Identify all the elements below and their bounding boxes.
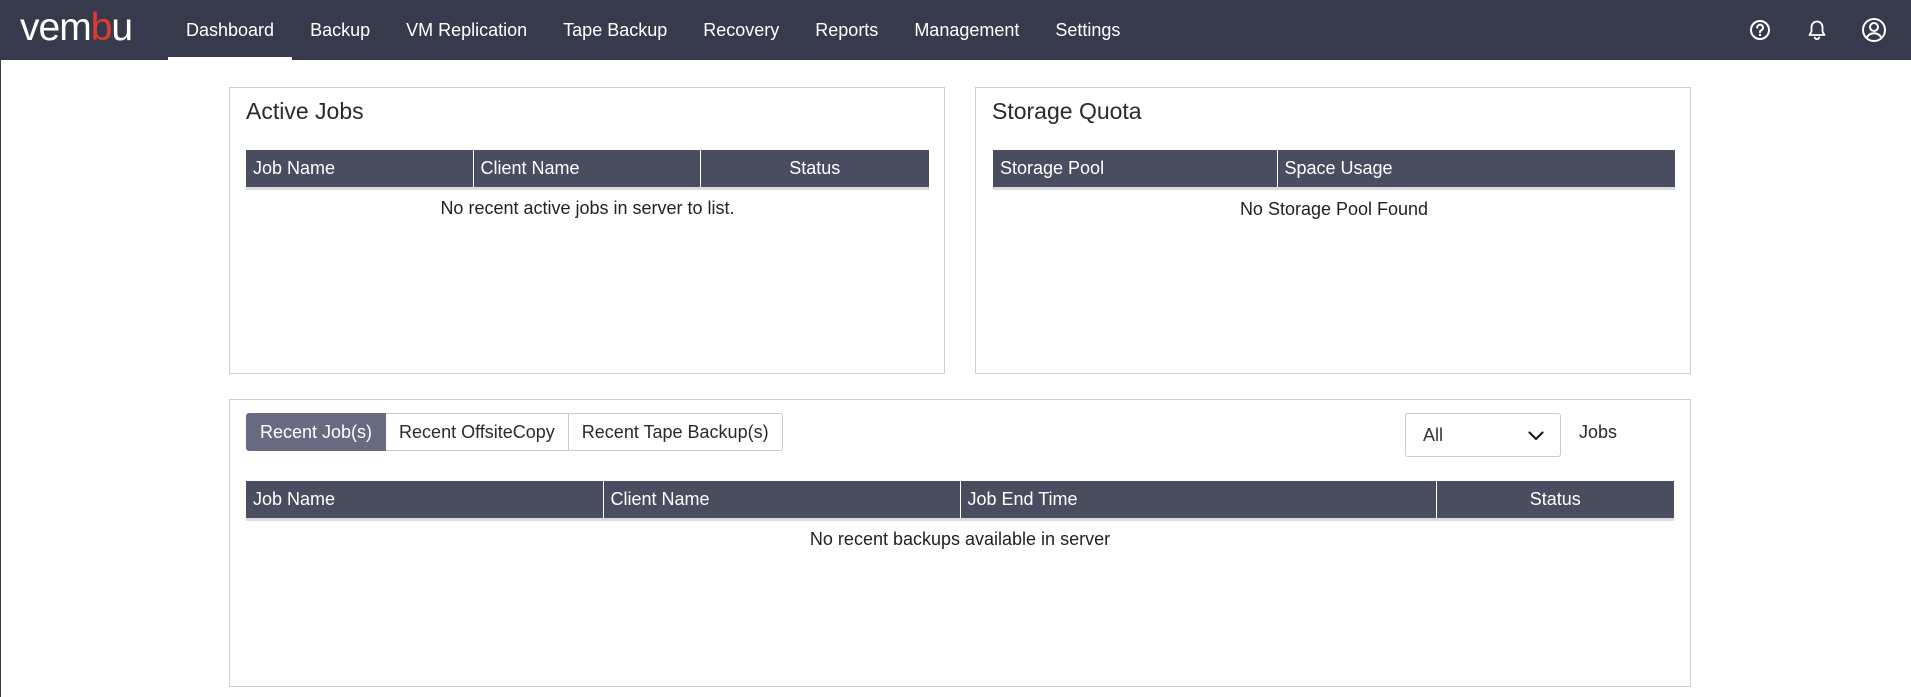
tab-recent-jobs[interactable]: Recent Job(s) — [246, 413, 387, 451]
tab-recent-offsitecopy[interactable]: Recent OffsiteCopy — [386, 413, 569, 451]
active-jobs-table: Job Name Client Name Status — [246, 150, 929, 190]
nav-management[interactable]: Management — [896, 0, 1037, 60]
help-icon[interactable] — [1747, 17, 1773, 43]
tab-recent-tape-backups[interactable]: Recent Tape Backup(s) — [568, 413, 783, 451]
nav-tape-backup[interactable]: Tape Backup — [545, 0, 685, 60]
storage-quota-empty-message: No Storage Pool Found — [1239, 199, 1429, 219]
bell-icon[interactable] — [1804, 17, 1830, 43]
column-job-end-time[interactable]: Job End Time — [960, 481, 1437, 521]
top-icons — [1747, 0, 1887, 60]
nav-backup[interactable]: Backup — [292, 0, 388, 60]
column-client-name[interactable]: Client Name — [603, 481, 961, 521]
storage-quota-table: Storage Pool Space Usage — [993, 150, 1675, 190]
column-status[interactable]: Status — [700, 150, 929, 190]
column-storage-pool[interactable]: Storage Pool — [993, 150, 1278, 190]
nav-recovery[interactable]: Recovery — [685, 0, 797, 60]
column-status[interactable]: Status — [1436, 481, 1674, 521]
nav-vm-replication[interactable]: VM Replication — [388, 0, 545, 60]
vembu-logo[interactable]: vembu — [20, 8, 133, 48]
nav-dashboard[interactable]: Dashboard — [168, 0, 293, 60]
jobs-label: Jobs — [1579, 422, 1618, 442]
recent-jobs-empty-message: No recent backups available in server — [809, 529, 1111, 549]
storage-quota-panel: Storage Quota Storage Pool Space Usage N… — [975, 87, 1691, 374]
active-jobs-empty-message: No recent active jobs in server to list. — [440, 198, 735, 218]
jobs-filter-value: All — [1423, 424, 1444, 445]
column-space-usage[interactable]: Space Usage — [1277, 150, 1675, 190]
nav-reports[interactable]: Reports — [797, 0, 896, 60]
jobs-filter-select[interactable]: All — [1405, 413, 1561, 457]
column-job-name[interactable]: Job Name — [246, 150, 474, 190]
user-account-icon[interactable] — [1861, 17, 1887, 43]
main-nav: Dashboard Backup VM Replication Tape Bac… — [168, 0, 1138, 60]
column-client-name[interactable]: Client Name — [473, 150, 701, 190]
column-job-name[interactable]: Job Name — [246, 481, 604, 521]
recent-jobs-table: Job Name Client Name Job End Time Status — [246, 481, 1674, 521]
recent-tabs: Recent Job(s) Recent OffsiteCopy Recent … — [246, 413, 783, 451]
top-nav-bar: vembu Dashboard Backup VM Replication Ta… — [0, 0, 1911, 60]
storage-quota-title: Storage Quota — [992, 98, 1142, 124]
active-jobs-panel: Active Jobs Job Name Client Name Status … — [229, 87, 945, 374]
nav-settings[interactable]: Settings — [1037, 0, 1138, 60]
chevron-down-icon — [1528, 425, 1544, 446]
active-jobs-title: Active Jobs — [246, 98, 364, 124]
